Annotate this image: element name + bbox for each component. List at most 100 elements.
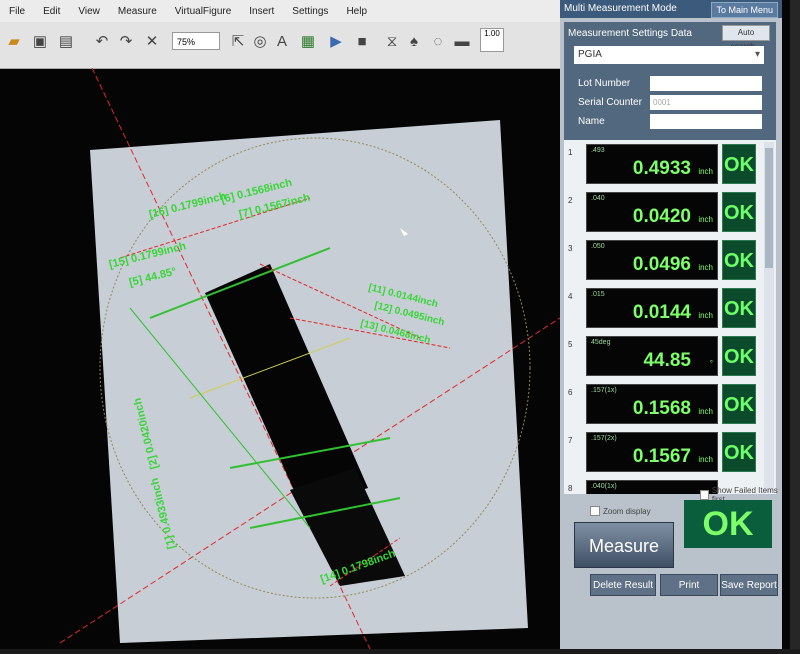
zoom-display-label: Zoom display bbox=[603, 506, 651, 516]
result-name: .040 bbox=[591, 195, 605, 202]
measure-button[interactable]: Measure bbox=[574, 522, 674, 568]
serial-counter-field[interactable]: 0001 bbox=[650, 95, 762, 110]
result-status: OK bbox=[722, 384, 756, 424]
line-color-icon[interactable]: ▬ bbox=[452, 30, 472, 52]
menu-virtualfigure[interactable]: VirtualFigure bbox=[166, 6, 241, 17]
result-value: 0.0420 bbox=[632, 206, 691, 227]
menu-edit[interactable]: Edit bbox=[34, 6, 69, 17]
pointer-icon[interactable]: ⇱ bbox=[228, 30, 248, 52]
main-menu-button[interactable]: To Main Menu bbox=[711, 2, 778, 18]
result-number: 6 bbox=[568, 388, 573, 397]
result-value: 0.1568 bbox=[632, 398, 691, 419]
menu-help[interactable]: Help bbox=[337, 6, 376, 17]
result-display: .050 0.0496 inch bbox=[586, 240, 718, 280]
circle-tool-icon[interactable]: ◌ bbox=[428, 30, 448, 52]
redo-icon[interactable]: ↷ bbox=[116, 30, 136, 52]
result-status: OK bbox=[722, 240, 756, 280]
result-name: .157(1x) bbox=[591, 387, 617, 394]
result-status: OK bbox=[722, 432, 756, 472]
result-status: OK bbox=[722, 192, 756, 232]
results-scrollbar[interactable] bbox=[764, 142, 774, 492]
stop-icon[interactable]: ■ bbox=[352, 30, 372, 52]
scrollbar-thumb[interactable] bbox=[765, 148, 773, 268]
result-status: OK bbox=[722, 288, 756, 328]
play-icon[interactable]: ▶ bbox=[326, 30, 346, 52]
menu-bar: File Edit View Measure VirtualFigure Ins… bbox=[0, 0, 560, 22]
chevron-down-icon: ▾ bbox=[754, 49, 760, 60]
result-number: 4 bbox=[568, 292, 573, 301]
result-number: 3 bbox=[568, 244, 573, 253]
tree-icon[interactable]: ♠ bbox=[404, 30, 424, 52]
result-name: 45deg bbox=[591, 339, 611, 346]
lot-number-field[interactable] bbox=[650, 76, 762, 91]
result-number: 8 bbox=[568, 484, 573, 493]
result-row[interactable]: 5 45deg 44.85 ° OK bbox=[564, 332, 776, 380]
result-name: .040(1x) bbox=[591, 483, 617, 490]
toolbar: ▰ ▣ ▤ ↶ ↷ ✕ 75% ⇱ ◎ A ▦ ▶ ■ ⧖ ♠ ◌ ▬ 1.00 bbox=[0, 22, 560, 69]
result-row[interactable]: 6 .157(1x) 0.1568 inch OK bbox=[564, 380, 776, 428]
result-value: 0.0496 bbox=[632, 254, 691, 275]
overall-status: OK bbox=[684, 500, 772, 548]
measure-tool-icon[interactable]: ◎ bbox=[250, 30, 270, 52]
delete-result-button[interactable]: Delete Result bbox=[590, 574, 656, 596]
print-button[interactable]: Print bbox=[660, 574, 718, 596]
panel-title-bar: Multi Measurement Mode To Main Menu bbox=[560, 0, 782, 18]
open-folder-icon[interactable]: ▰ bbox=[4, 30, 24, 52]
edge-detect-icon[interactable]: ⧖ bbox=[382, 30, 402, 52]
menu-view[interactable]: View bbox=[69, 6, 109, 17]
result-name: .493 bbox=[591, 147, 605, 154]
result-value: 0.0144 bbox=[632, 302, 691, 323]
result-number: 2 bbox=[568, 196, 573, 205]
result-name: .050 bbox=[591, 243, 605, 250]
result-unit: inch bbox=[698, 407, 713, 416]
result-row[interactable]: 1 .493 0.4933 inch OK bbox=[564, 140, 776, 188]
result-display: .493 0.4933 inch bbox=[586, 144, 718, 184]
print-icon[interactable]: ▤ bbox=[56, 30, 76, 52]
result-unit: ° bbox=[709, 359, 713, 368]
multi-measurement-panel: Multi Measurement Mode To Main Menu Meas… bbox=[560, 0, 782, 649]
settings-select[interactable]: PGIA ▾ bbox=[574, 46, 764, 64]
result-value: 44.85 bbox=[643, 350, 691, 371]
result-row[interactable]: 4 .015 0.0144 inch OK bbox=[564, 284, 776, 332]
result-status: OK bbox=[722, 144, 756, 184]
auto-search-button[interactable]: Auto search... bbox=[722, 25, 770, 51]
result-value: 0.4933 bbox=[632, 158, 691, 179]
result-unit: inch bbox=[698, 455, 713, 464]
menu-settings[interactable]: Settings bbox=[283, 6, 337, 17]
result-row[interactable]: 3 .050 0.0496 inch OK bbox=[564, 236, 776, 284]
panel-title: Multi Measurement Mode bbox=[564, 3, 677, 14]
line-width-select[interactable]: 1.00 bbox=[480, 28, 504, 52]
save-report-button[interactable]: Save Report bbox=[720, 574, 778, 596]
results-list[interactable]: 1 .493 0.4933 inch OK 2 .040 0.0420 inch… bbox=[564, 140, 776, 494]
screen: File Edit View Measure VirtualFigure Ins… bbox=[0, 0, 790, 650]
serial-counter-label: Serial Counter bbox=[578, 97, 642, 108]
text-tool-icon[interactable]: A bbox=[272, 30, 292, 52]
measurement-settings: Measurement Settings Data Auto search...… bbox=[564, 22, 776, 140]
zoom-display-option[interactable]: Zoom display bbox=[590, 506, 651, 516]
menu-measure[interactable]: Measure bbox=[109, 6, 166, 17]
canvas-drawing: [16] 0.1799inch [6] 0.1568inch [7] 0.156… bbox=[59, 67, 561, 650]
result-row[interactable]: 7 .157(2x) 0.1567 inch OK bbox=[564, 428, 776, 476]
name-field[interactable] bbox=[650, 114, 762, 129]
image-icon[interactable]: ▦ bbox=[298, 30, 318, 52]
save-icon[interactable]: ▣ bbox=[30, 30, 50, 52]
result-name: .157(2x) bbox=[591, 435, 617, 442]
delete-icon[interactable]: ✕ bbox=[142, 30, 162, 52]
result-number: 5 bbox=[568, 340, 573, 349]
result-display: .015 0.0144 inch bbox=[586, 288, 718, 328]
settings-select-value: PGIA bbox=[578, 49, 602, 60]
zoom-display-checkbox[interactable] bbox=[590, 506, 600, 516]
name-label: Name bbox=[578, 116, 605, 127]
result-number: 1 bbox=[568, 148, 573, 157]
settings-heading: Measurement Settings Data bbox=[568, 28, 692, 39]
undo-icon[interactable]: ↶ bbox=[92, 30, 112, 52]
menu-file[interactable]: File bbox=[0, 6, 34, 17]
show-failed-checkbox[interactable] bbox=[700, 490, 709, 500]
result-number: 7 bbox=[568, 436, 573, 445]
result-name: .015 bbox=[591, 291, 605, 298]
result-unit: inch bbox=[698, 215, 713, 224]
measurement-canvas[interactable]: [16] 0.1799inch [6] 0.1568inch [7] 0.156… bbox=[0, 67, 561, 650]
zoom-select[interactable]: 75% bbox=[172, 32, 220, 50]
result-row[interactable]: 2 .040 0.0420 inch OK bbox=[564, 188, 776, 236]
menu-insert[interactable]: Insert bbox=[240, 6, 283, 17]
